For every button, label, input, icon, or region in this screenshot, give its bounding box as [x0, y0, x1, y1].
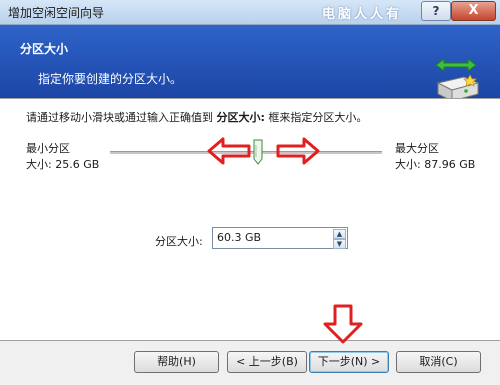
help-icon: ? [432, 4, 440, 18]
title-help-button[interactable]: ? [421, 1, 451, 21]
watermark-text: 电脑人人有 [322, 7, 403, 22]
close-button[interactable]: X [451, 1, 496, 21]
spin-down-icon[interactable]: ▼ [333, 239, 346, 249]
left-arrow-annotation [207, 137, 251, 165]
min-partition-label: 最小分区 [26, 142, 70, 155]
partition-size-label: 分区大小: [155, 235, 203, 248]
size-spinner[interactable]: ▲ ▼ [333, 229, 346, 249]
wizard-content: 请通过移动小滑块或通过输入正确值到 分区大小: 框来指定分区大小。 最小分区 大… [0, 98, 500, 340]
wizard-footer: 帮助(H) < 上一步(B) 下一步(N) > 取消(C) [0, 340, 500, 385]
size-slider-thumb[interactable] [253, 139, 263, 165]
instruction-before: 请通过移动小滑块或通过输入正确值到 [26, 111, 217, 124]
cancel-button[interactable]: 取消(C) [396, 351, 481, 373]
down-arrow-annotation [323, 304, 363, 344]
close-icon: X [468, 3, 479, 18]
spin-up-icon[interactable]: ▲ [333, 229, 346, 239]
instruction-after: 框来指定分区大小。 [264, 111, 368, 124]
max-partition-label: 最大分区 [395, 142, 439, 155]
partition-size-input[interactable]: 60.3 GB ▲ ▼ [212, 227, 348, 249]
page-title: 分区大小 [20, 42, 69, 56]
next-button[interactable]: 下一步(N) > [309, 351, 389, 373]
partition-size-value: 60.3 GB [217, 231, 262, 244]
title-bar: 增加空闲空间向导 电脑人人有 ? X [0, 0, 500, 25]
wizard-header: 分区大小 指定你要创建的分区大小。 [0, 25, 500, 102]
wizard-window: 增加空闲空间向导 电脑人人有 ? X 分区大小 指定你要创建的分区大小。 请通过… [0, 0, 500, 385]
page-subtitle: 指定你要创建的分区大小。 [38, 72, 183, 86]
max-partition-size: 大小: 87.96 GB [395, 158, 476, 171]
back-button[interactable]: < 上一步(B) [227, 351, 307, 373]
instruction-text: 请通过移动小滑块或通过输入正确值到 分区大小: 框来指定分区大小。 [26, 109, 367, 125]
min-partition-size: 大小: 25.6 GB [26, 158, 100, 171]
instruction-bold: 分区大小: [216, 111, 265, 124]
help-button[interactable]: 帮助(H) [134, 351, 219, 373]
right-arrow-annotation [276, 137, 320, 165]
window-title: 增加空闲空间向导 [8, 6, 105, 20]
